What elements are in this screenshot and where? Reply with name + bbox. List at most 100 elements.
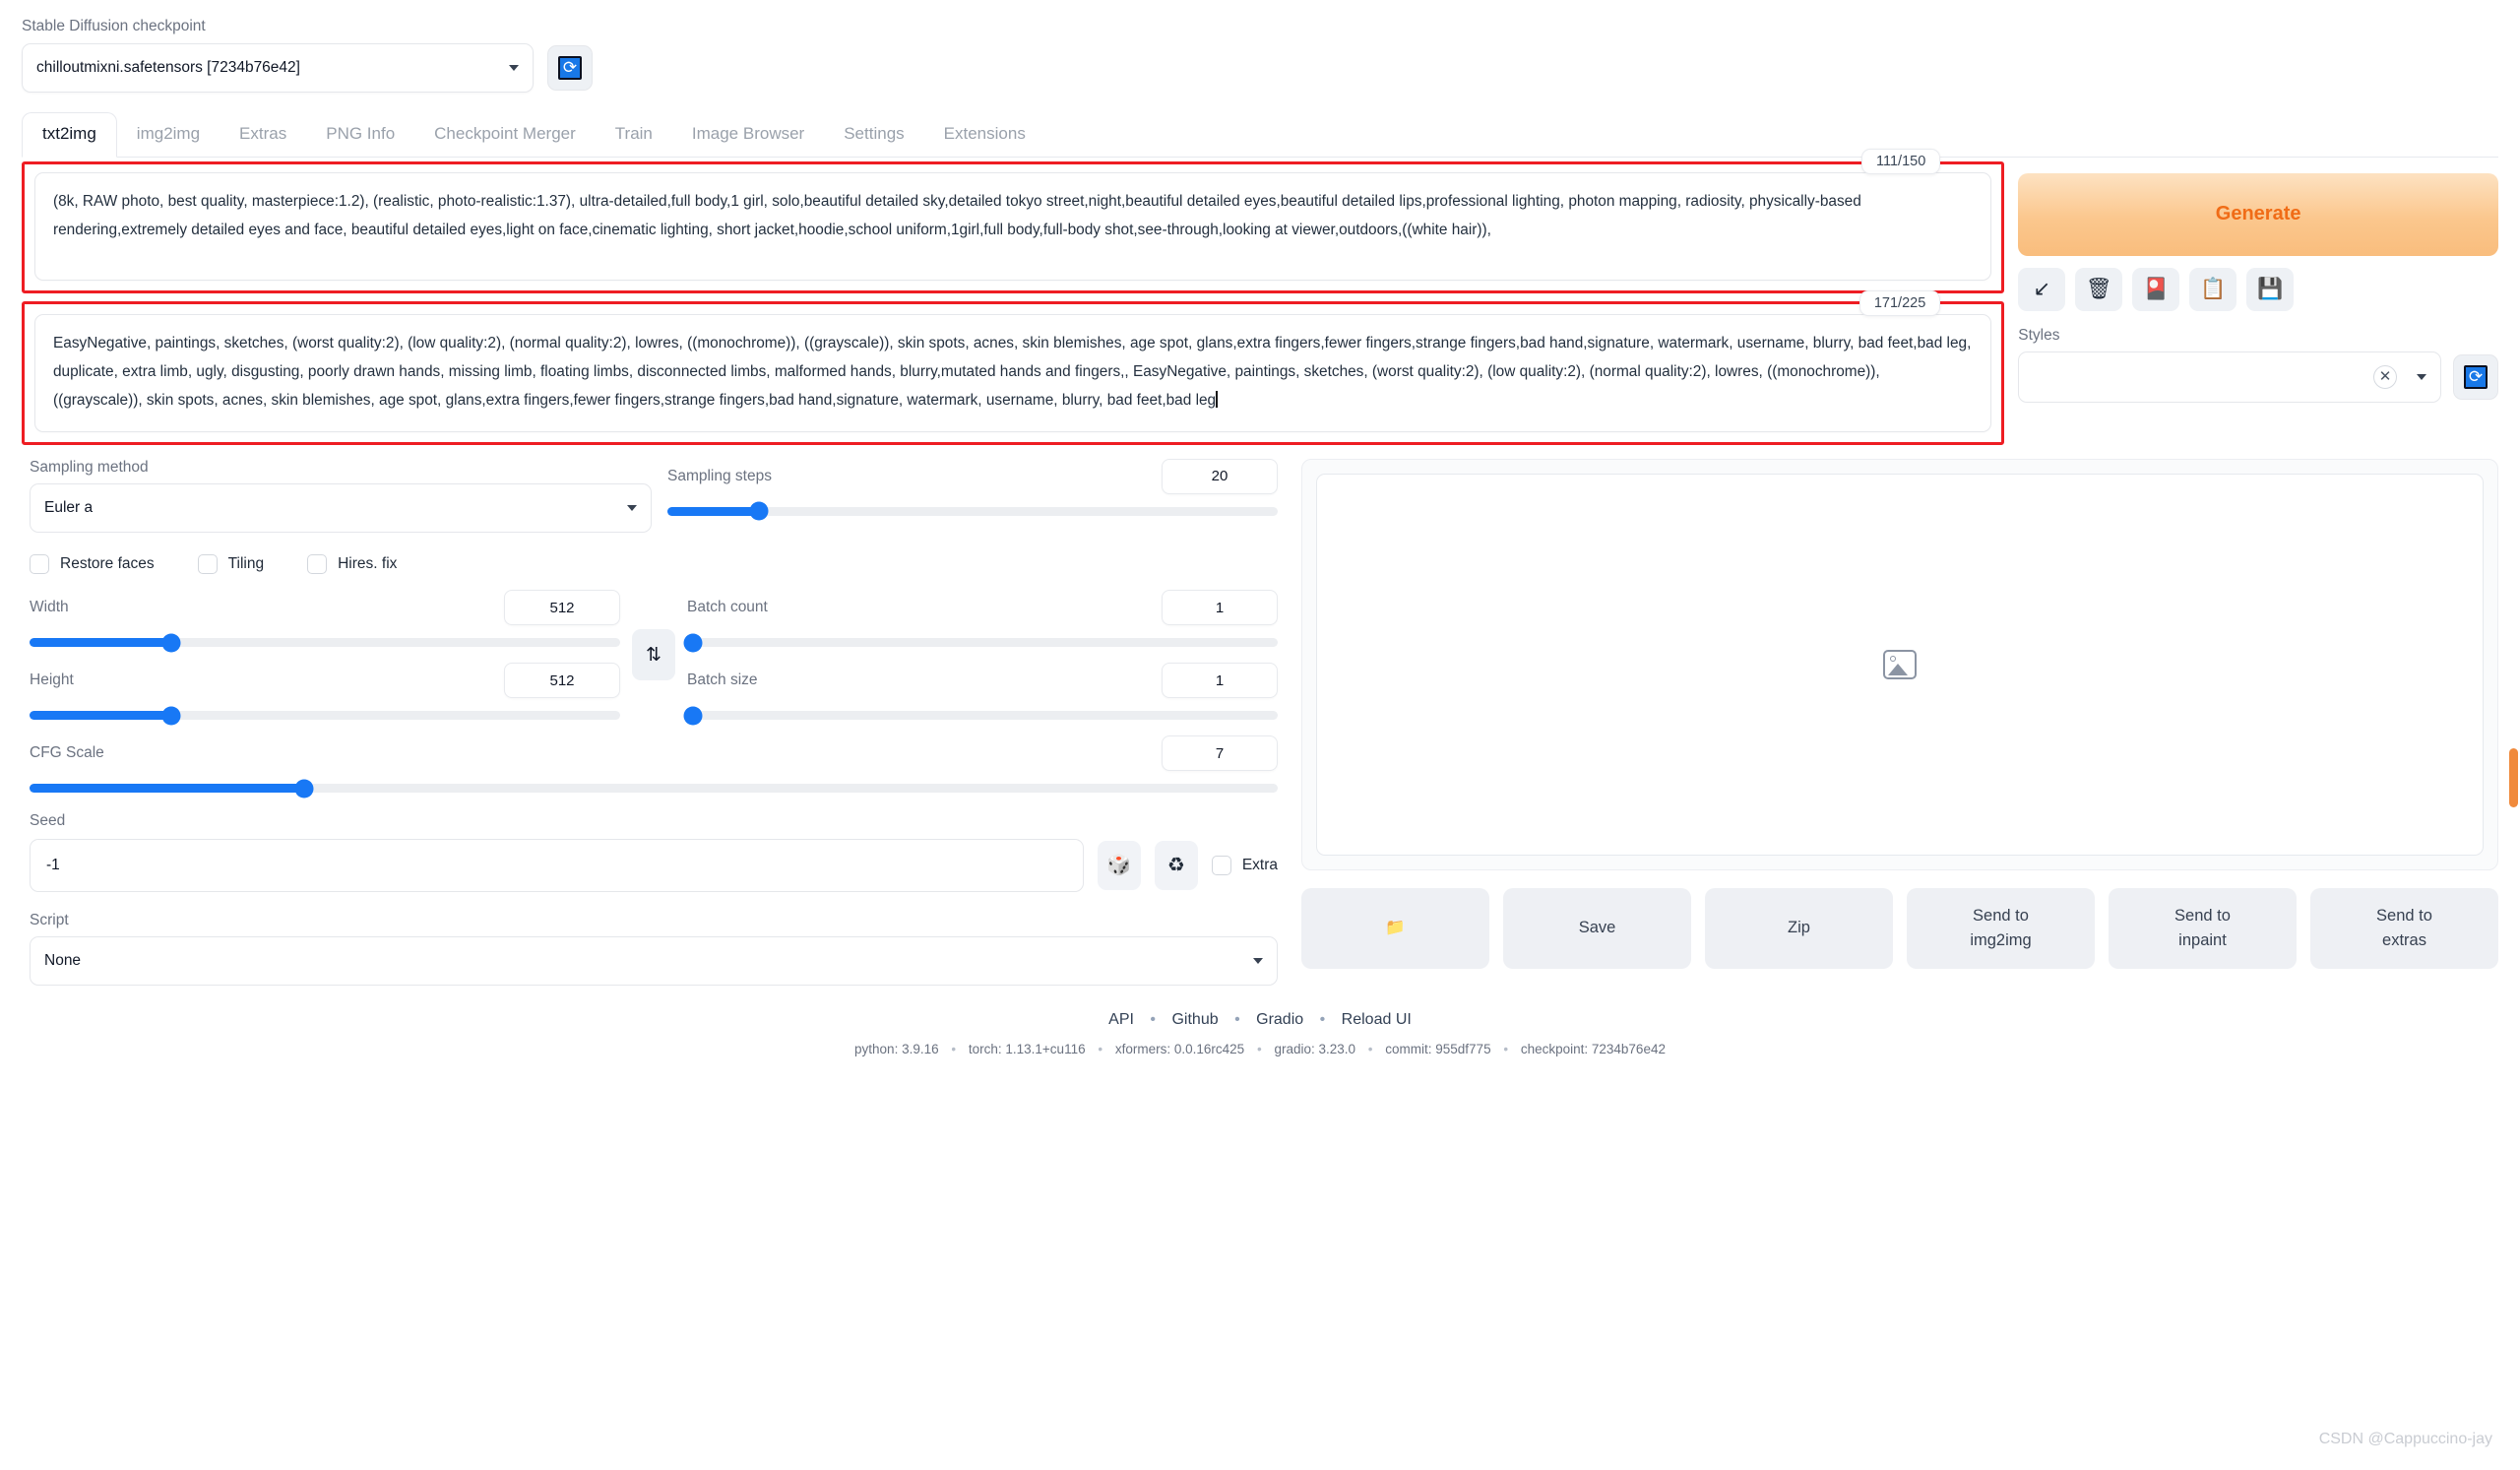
refresh-icon: ⟳	[2464, 364, 2488, 389]
tab-checkpoint-merger[interactable]: Checkpoint Merger	[414, 113, 596, 157]
positive-token-counter: 111/150	[1861, 148, 1941, 174]
zip-button[interactable]: Zip	[1705, 887, 1893, 969]
extra-seed-checkbox[interactable]: Extra	[1211, 855, 1278, 875]
send-to-extras-button[interactable]: Send to extras	[2310, 887, 2498, 969]
tiling-checkbox[interactable]: Tiling	[197, 554, 264, 575]
restore-faces-checkbox[interactable]: Restore faces	[30, 554, 155, 575]
settings-column: Sampling method Euler a Restore faces Ti…	[22, 458, 1292, 987]
recycle-icon: ♻	[1166, 855, 1185, 877]
width-value[interactable]: 512	[504, 590, 620, 626]
sampling-method-block: Sampling method Euler a Restore faces Ti…	[30, 459, 652, 575]
chevron-down-icon	[2417, 373, 2426, 380]
slider-knob[interactable]	[161, 706, 181, 726]
paintcard-icon-button[interactable]: 🎴	[2132, 267, 2180, 311]
open-folder-button[interactable]: 📁	[1301, 887, 1489, 969]
script-label: Script	[30, 911, 69, 928]
positive-prompt-input[interactable]: (8k, RAW photo, best quality, masterpiec…	[34, 171, 1992, 281]
slider-knob[interactable]	[161, 633, 181, 653]
negative-prompt-highlight: 171/225 EasyNegative, paintings, sketche…	[22, 289, 2005, 445]
trash-icon: 🗑	[2085, 278, 2112, 301]
width-header: Width 512	[30, 590, 620, 626]
refresh-checkpoint-button[interactable]: ⟳	[547, 44, 593, 91]
scrollbar-thumb[interactable]	[2509, 748, 2518, 807]
refresh-styles-button[interactable]: ⟳	[2453, 353, 2498, 400]
tab-png-info[interactable]: PNG Info	[306, 113, 414, 157]
image-gallery-area[interactable]	[1316, 473, 2484, 856]
checkbox-box	[197, 554, 218, 575]
text-cursor	[1216, 390, 1218, 408]
negative-prompt-input[interactable]: EasyNegative, paintings, sketches, (wors…	[34, 313, 1992, 432]
tab-image-browser[interactable]: Image Browser	[672, 113, 824, 157]
main-tabs: txt2img img2img Extras PNG Info Checkpoi…	[22, 111, 2498, 158]
cfg-scale-slider[interactable]	[30, 779, 1278, 799]
swap-dimensions-button[interactable]: ⇅	[632, 629, 675, 681]
slider-knob[interactable]	[683, 633, 703, 653]
close-icon[interactable]: ✕	[2373, 364, 2397, 389]
save-button[interactable]: Save	[1503, 887, 1691, 969]
separator: •	[1150, 1011, 1157, 1029]
reuse-seed-button[interactable]: ♻	[1154, 840, 1198, 890]
reload-ui-link[interactable]: Reload UI	[1342, 1011, 1412, 1028]
hires-fix-checkbox[interactable]: Hires. fix	[307, 554, 397, 575]
footer-versions: python: 3.9.16 • torch: 1.13.1+cu116 • x…	[22, 1042, 2498, 1056]
tab-extras[interactable]: Extras	[220, 113, 306, 157]
separator: •	[1367, 1042, 1373, 1057]
footer: API • Github • Gradio • Reload UI python…	[22, 1011, 2498, 1056]
slider-fill	[667, 506, 759, 516]
styles-row: ✕ ⟳	[2018, 351, 2498, 403]
cfg-scale-value[interactable]: 7	[1162, 735, 1278, 772]
tab-train[interactable]: Train	[596, 113, 672, 157]
github-link[interactable]: Github	[1171, 1011, 1218, 1028]
slider-knob[interactable]	[294, 779, 314, 799]
api-link[interactable]: API	[1108, 1011, 1134, 1028]
batch-count-value[interactable]: 1	[1162, 590, 1278, 626]
dice-icon: 🎲	[1106, 855, 1132, 877]
slider-fill	[30, 784, 304, 794]
output-buttons-row: 📁 Save Zip Send to img2img Send to inpai…	[1301, 887, 2498, 969]
tab-txt2img[interactable]: txt2img	[22, 111, 117, 158]
styles-select[interactable]: ✕	[2018, 351, 2441, 403]
width-slider[interactable]	[30, 633, 620, 653]
generate-column: Generate ↙ 🗑 🎴 📋 💾 Styles ✕ ⟳	[2004, 158, 2498, 445]
prompt-tool-icon-row: ↙ 🗑 🎴 📋 💾	[2018, 267, 2498, 311]
python-version: python: 3.9.16	[854, 1042, 939, 1057]
tab-img2img[interactable]: img2img	[117, 113, 220, 157]
trash-icon-button[interactable]: 🗑	[2075, 267, 2123, 311]
sampling-method-label: Sampling method	[30, 458, 149, 476]
batch-size-slider[interactable]	[683, 706, 1278, 726]
script-select[interactable]: None	[30, 936, 1278, 987]
paintcard-icon: 🎴	[2143, 278, 2170, 301]
send-to-img2img-button[interactable]: Send to img2img	[1907, 887, 2095, 969]
arrow-down-left-icon-button[interactable]: ↙	[2018, 267, 2066, 311]
prompt-zone: 111/150 (8k, RAW photo, best quality, ma…	[22, 148, 2498, 445]
seed-input[interactable]: -1	[30, 838, 1084, 892]
commit-hash: commit: 955df775	[1385, 1042, 1491, 1057]
random-seed-button[interactable]: 🎲	[1097, 840, 1141, 890]
tab-extensions[interactable]: Extensions	[924, 113, 1045, 157]
xformers-version: xformers: 0.0.16rc425	[1114, 1042, 1245, 1057]
batch-size-value[interactable]: 1	[1162, 663, 1278, 699]
footer-links: API • Github • Gradio • Reload UI	[22, 1011, 2498, 1029]
clipboard-icon-button[interactable]: 📋	[2189, 267, 2237, 311]
sampling-steps-header: Sampling steps 20	[667, 458, 1278, 494]
height-value[interactable]: 512	[504, 663, 620, 699]
sampling-method-select[interactable]: Euler a	[30, 483, 652, 534]
slider-fill	[30, 711, 171, 721]
floppy-save-icon-button[interactable]: 💾	[2246, 267, 2295, 311]
sampling-steps-label: Sampling steps	[667, 467, 772, 484]
slider-knob[interactable]	[749, 501, 769, 521]
checkpoint-value: chilloutmixni.safetensors [7234b76e42]	[36, 58, 300, 76]
send-to-inpaint-button[interactable]: Send to inpaint	[2109, 887, 2297, 969]
sampling-steps-slider[interactable]	[667, 501, 1278, 521]
checkpoint-select[interactable]: chilloutmixni.safetensors [7234b76e42]	[22, 42, 534, 93]
tab-settings[interactable]: Settings	[824, 113, 923, 157]
dimensions-block: Width 512 Height 512	[30, 574, 620, 726]
separator: •	[1319, 1011, 1326, 1029]
batch-size-header: Batch size 1	[687, 663, 1278, 699]
sampling-steps-value[interactable]: 20	[1162, 458, 1278, 494]
gradio-link[interactable]: Gradio	[1256, 1011, 1303, 1028]
height-slider[interactable]	[30, 706, 620, 726]
generate-button[interactable]: Generate	[2018, 172, 2498, 256]
slider-knob[interactable]	[683, 706, 703, 726]
batch-count-slider[interactable]	[683, 633, 1278, 653]
